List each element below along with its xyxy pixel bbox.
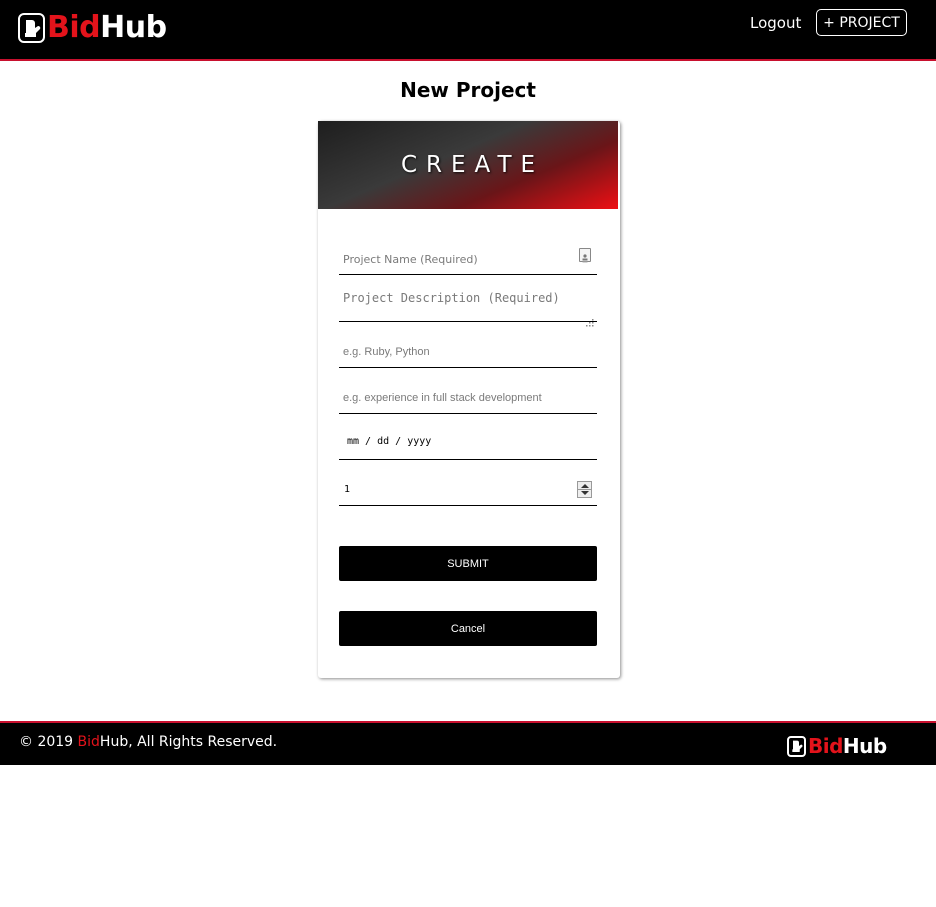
copyright-text: © 2019 BidHub, All Rights Reserved. — [19, 734, 278, 750]
project-name-field — [339, 238, 597, 275]
mitten-icon — [18, 13, 45, 43]
contact-card-icon[interactable] — [579, 248, 591, 263]
submit-button[interactable]: SUBMIT — [339, 546, 597, 581]
create-project-card: CREATE mm / — [318, 121, 620, 678]
skills-input[interactable] — [339, 330, 597, 367]
footer-logo-text-hub: Hub — [842, 734, 887, 758]
card-banner-title: CREATE — [400, 152, 545, 178]
card-banner: CREATE — [318, 121, 618, 209]
footer-logo[interactable]: BidHub — [787, 734, 887, 758]
mitten-icon — [787, 735, 806, 757]
number-stepper[interactable] — [577, 481, 592, 498]
stepper-up-icon[interactable] — [581, 484, 589, 488]
logo-text-bid: Bid — [47, 10, 101, 45]
date-input[interactable]: mm / dd / yyyy — [347, 436, 431, 447]
new-project-button[interactable]: + PROJECT — [816, 9, 907, 36]
project-name-input[interactable] — [339, 238, 597, 274]
footer-logo-text-bid: Bid — [808, 734, 843, 758]
experience-input[interactable] — [339, 376, 597, 413]
project-description-input[interactable] — [339, 283, 597, 321]
logo-text-hub: Hub — [100, 10, 167, 45]
resize-handle-icon[interactable] — [586, 312, 594, 327]
site-footer: © 2019 BidHub, All Rights Reserved. BidH… — [0, 721, 936, 765]
logout-link[interactable]: Logout — [750, 13, 801, 33]
deadline-date-field[interactable]: mm / dd / yyyy — [339, 422, 597, 460]
number-field: 1 — [339, 468, 597, 506]
cancel-button[interactable]: Cancel — [339, 611, 597, 646]
site-logo[interactable]: BidHub — [18, 10, 167, 46]
experience-field — [339, 376, 597, 414]
number-input[interactable]: 1 — [344, 484, 350, 495]
site-header: BidHub Logout + PROJECT — [0, 0, 936, 61]
project-description-field — [339, 283, 597, 327]
page-title: New Project — [400, 78, 536, 102]
skills-field — [339, 330, 597, 368]
stepper-down-icon[interactable] — [581, 491, 589, 495]
